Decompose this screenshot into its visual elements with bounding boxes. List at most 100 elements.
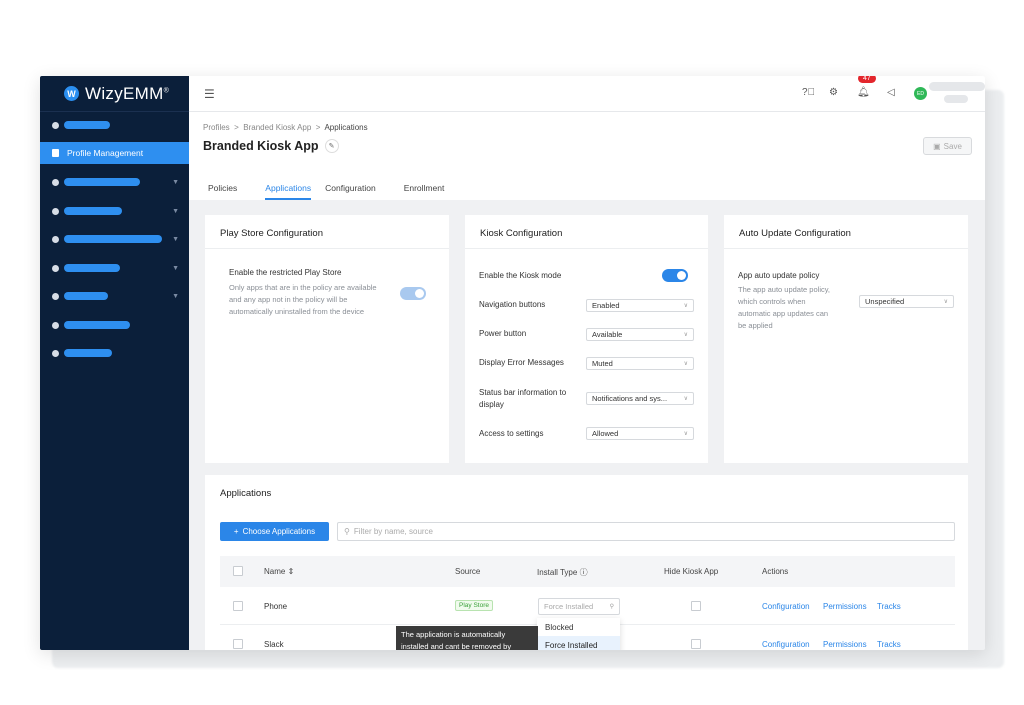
redacted-label xyxy=(64,264,120,272)
tab-applications[interactable]: Applications xyxy=(265,183,312,200)
logo: W WizyEMM® xyxy=(40,76,189,112)
card-icon xyxy=(52,292,59,300)
gear-icon[interactable]: ⚙ xyxy=(829,87,838,98)
help-icon[interactable]: ⓘ xyxy=(580,568,588,577)
sidebar-item-6[interactable]: ▼ xyxy=(40,257,189,279)
page-title: Branded Kiosk App xyxy=(203,139,319,153)
configuration-link[interactable]: Configuration xyxy=(762,602,810,611)
help-icon[interactable]: ?⃝ xyxy=(802,87,815,98)
col-label: Name xyxy=(264,567,286,576)
sidebar-item-1[interactable] xyxy=(40,114,189,136)
col-name[interactable]: Name ⇕ xyxy=(264,567,294,576)
chevron-down-icon: ▼ xyxy=(172,292,179,300)
save-icon: ▣ xyxy=(933,141,941,151)
kiosk-mode-toggle[interactable] xyxy=(662,269,688,282)
menu-item-blocked[interactable]: Blocked xyxy=(537,618,620,636)
sidebar-item-9[interactable] xyxy=(40,342,189,364)
redacted-user-name xyxy=(929,82,985,91)
auto-update-label: App auto update policy xyxy=(738,271,820,280)
col-hide: Hide Kiosk App xyxy=(664,567,719,576)
avatar[interactable]: ED xyxy=(914,87,927,100)
megaphone-icon[interactable]: ◁ xyxy=(887,87,895,98)
chevron-down-icon: ∨ xyxy=(683,361,688,367)
access-settings-select[interactable]: Allowed ∨ xyxy=(586,427,694,440)
brand-reg: ® xyxy=(163,86,170,94)
plus-icon: + xyxy=(233,527,239,536)
desc-line: The app auto update policy, xyxy=(738,285,831,294)
auto-update-desc: The app auto update policy, which contro… xyxy=(738,284,830,332)
menu-collapse-icon[interactable]: ☰ xyxy=(204,87,215,101)
bell-icon[interactable]: 🔔︎ xyxy=(857,87,870,98)
filter-input[interactable]: ⚲ Filter by name, source xyxy=(337,522,955,541)
desc-line: which controls when xyxy=(738,297,806,306)
pencil-icon[interactable]: ✎ xyxy=(324,139,339,153)
auto-update-card: Auto Update Configuration App auto updat… xyxy=(724,215,968,463)
select-value: Notifications and sys... xyxy=(592,394,668,403)
select-value: Allowed xyxy=(592,429,619,438)
tracks-link[interactable]: Tracks xyxy=(877,640,901,649)
configuration-link[interactable]: Configuration xyxy=(762,640,810,649)
save-button[interactable]: ▣ Save xyxy=(923,137,972,155)
restricted-store-label: Enable the restricted Play Store xyxy=(229,268,342,277)
chevron-down-icon: ▼ xyxy=(172,178,179,186)
error-messages-select[interactable]: Muted ∨ xyxy=(586,357,694,370)
redacted-label xyxy=(64,207,122,215)
label-line: display xyxy=(479,400,504,409)
permissions-link[interactable]: Permissions xyxy=(823,602,867,611)
select-value: Unspecified xyxy=(865,297,905,306)
sidebar-item-8[interactable] xyxy=(40,314,189,336)
col-source: Source xyxy=(455,567,481,576)
power-button-label: Power button xyxy=(479,329,527,338)
hide-kiosk-checkbox[interactable] xyxy=(691,601,701,611)
sidebar-item-7[interactable]: ▼ xyxy=(40,285,189,307)
redacted-label xyxy=(64,235,162,243)
tab-bar: Policies Applications Configuration Enro… xyxy=(208,183,472,200)
sidebar-item-profile-management[interactable]: Profile Management xyxy=(40,142,189,164)
sidebar-item-3[interactable]: ▼ xyxy=(40,171,189,193)
restricted-store-toggle[interactable] xyxy=(400,287,426,300)
chevron-down-icon: ▼ xyxy=(172,207,179,215)
tab-enrollment[interactable]: Enrollment xyxy=(404,183,459,200)
redacted-label xyxy=(64,292,108,300)
circle-icon xyxy=(52,321,59,329)
notification-badge: 47 xyxy=(858,76,876,83)
row-checkbox[interactable] xyxy=(233,639,243,649)
permissions-link[interactable]: Permissions xyxy=(823,640,867,649)
nav-buttons-select[interactable]: Enabled ∨ xyxy=(586,299,694,312)
redacted-user-role xyxy=(944,95,968,103)
sidebar-item-4[interactable]: ▼ xyxy=(40,200,189,222)
hide-kiosk-checkbox[interactable] xyxy=(691,639,701,649)
col-label: Install Type xyxy=(537,568,578,577)
status-bar-select[interactable]: Notifications and sys... ∨ xyxy=(586,392,694,405)
desc-line: automatic app updates can xyxy=(738,309,829,318)
app-name: Phone xyxy=(264,602,288,611)
breadcrumb-current: Applications xyxy=(324,123,368,132)
install-type-select[interactable]: Force Installed ⚲ xyxy=(538,598,620,615)
app-window: W WizyEMM® Profile Management ▼ ▼ ▼ ▼ ▼ … xyxy=(40,76,985,650)
card-title: Applications xyxy=(220,488,272,499)
chevron-down-icon: ∨ xyxy=(683,332,688,338)
menu-item-force-installed[interactable]: Force Installed xyxy=(537,636,620,650)
desc-line: automatically uninstalled from the devic… xyxy=(229,307,365,316)
sidebar-item-5[interactable]: ▼ xyxy=(40,228,189,250)
button-label: Choose Applications xyxy=(242,527,316,536)
select-value: Enabled xyxy=(592,301,620,310)
tab-policies[interactable]: Policies xyxy=(208,183,251,200)
choose-applications-button[interactable]: + Choose Applications xyxy=(220,522,329,541)
chevron-down-icon: ∨ xyxy=(943,299,948,305)
kiosk-mode-label: Enable the Kiosk mode xyxy=(479,271,562,280)
row-checkbox[interactable] xyxy=(233,601,243,611)
tab-configuration[interactable]: Configuration xyxy=(325,183,390,200)
power-button-select[interactable]: Available ∨ xyxy=(586,328,694,341)
sidebar-item-label: Profile Management xyxy=(67,148,144,158)
breadcrumb-profile[interactable]: Branded Kiosk App xyxy=(243,123,311,132)
breadcrumb-profiles[interactable]: Profiles xyxy=(203,123,230,132)
app-name: Slack xyxy=(264,640,284,649)
select-all-checkbox[interactable] xyxy=(233,566,243,576)
tooltip-line: The application is automatically xyxy=(401,630,506,639)
top-bar: ☰ ?⃝ ⚙ 🔔︎ 47 ◁ ED xyxy=(189,76,985,112)
tracks-link[interactable]: Tracks xyxy=(877,602,901,611)
auto-update-select[interactable]: Unspecified ∨ xyxy=(859,295,954,308)
dashboard-icon xyxy=(52,121,59,129)
table-header: Name ⇕ Source Install Type ⓘ Hide Kiosk … xyxy=(220,556,955,587)
